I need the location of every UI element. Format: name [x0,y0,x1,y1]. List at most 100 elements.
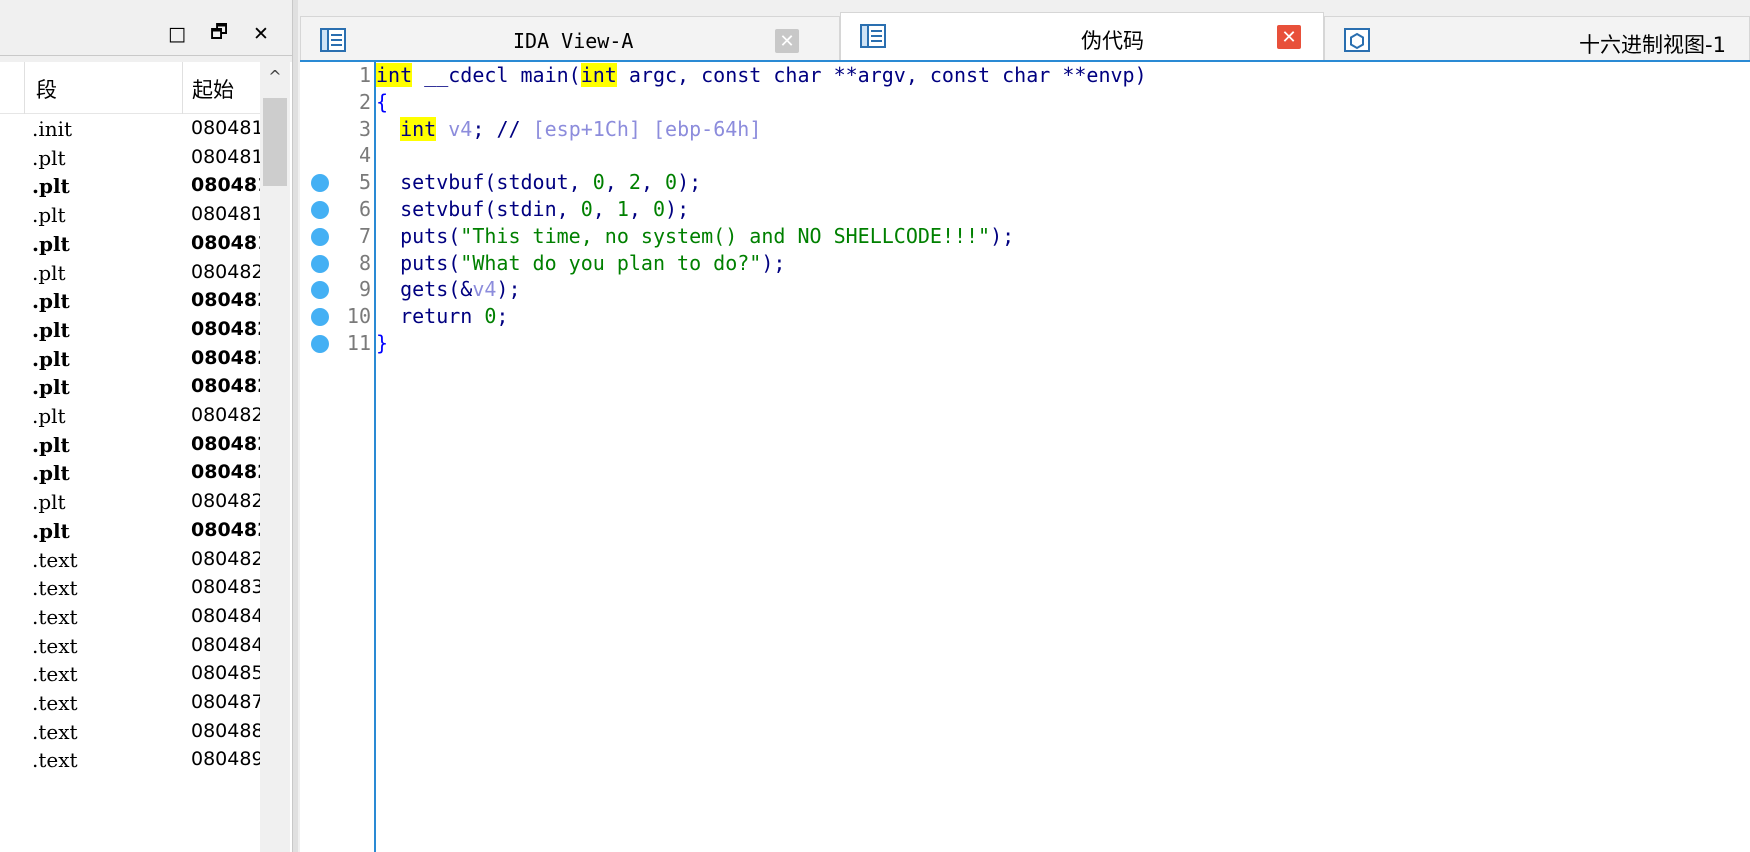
table-row[interactable]: .text 08048700 [0,688,260,720]
code-line[interactable]: 5 setvbuf(stdout, 0, 2, 0); [300,167,1750,197]
code-text[interactable]: setvbuf(stdin, 0, 1, 0); [376,197,689,221]
table-row[interactable]: .plt 08048270 [0,458,260,490]
table-row[interactable]: .text 08048900 [0,745,260,777]
segments-panel-titlebar: □ 🗗 ✕ [0,14,292,56]
tab-ida-view-a[interactable]: IDA View-A ✕ [300,16,840,60]
code-line[interactable]: 11} [300,328,1750,358]
breakpoint-dot-icon[interactable] [311,281,329,300]
table-row[interactable]: .plt 08048240 [0,372,260,404]
panel-splitter[interactable] [292,0,298,852]
table-row[interactable]: .text 08048500 [0,659,260,691]
segments-scrollbar[interactable]: ^ [260,62,290,852]
segment-name: .text [32,662,78,687]
segment-name: .text [32,719,78,744]
code-text[interactable]: } [376,331,388,355]
segment-start-address: 08048500 [191,662,260,685]
table-row[interactable]: .text 08048400 [0,602,260,634]
tab-hex-view-1[interactable]: 十六进制视图-1 [1324,16,1750,60]
code-line[interactable]: 6 setvbuf(stdin, 0, 1, 0); [300,194,1750,224]
segment-name: .plt [32,404,66,428]
segment-start-address: 08048700 [191,691,260,713]
breakpoint-dot-icon[interactable] [311,308,329,327]
breakpoint-dot-icon[interactable] [311,227,329,246]
float-panel-icon[interactable]: 🗗 [208,21,230,45]
tab-label: IDA View-A [513,29,634,53]
segment-name: .text [32,576,78,601]
table-row[interactable]: .plt 08048180 [0,229,260,261]
table-row[interactable]: .plt 08048200 [0,258,260,290]
code-line[interactable]: 9 gets(&v4); [300,274,1750,304]
table-row[interactable]: .plt 08048190 [0,200,260,232]
table-row[interactable]: .plt 08048170 [0,171,260,203]
segment-name: .plt [32,203,66,228]
table-row[interactable]: .plt 08048280 [0,487,260,519]
code-line[interactable]: 7 puts("This time, no system() and NO SH… [300,221,1750,251]
line-number: 7 [358,223,371,248]
segment-start-address: 08048250 [191,404,260,426]
line-number: 4 [358,143,371,168]
table-row[interactable]: .text 08048450 [0,631,260,663]
code-text[interactable]: gets(&v4); [376,277,520,301]
code-line[interactable]: 10 return 0; [300,301,1750,331]
code-line[interactable]: 4 [300,140,1750,170]
close-tab-icon[interactable]: ✕ [775,29,799,53]
code-text[interactable]: int __cdecl main(int argc, const char **… [376,63,1147,87]
line-number: 10 [346,304,371,329]
breakpoint-dot-icon[interactable] [311,201,329,219]
segment-start-address: 08048220 [191,317,260,340]
breakpoint-dot-icon[interactable] [311,174,329,193]
restore-panel-icon[interactable]: □ [166,23,188,45]
code-line[interactable]: 2{ [300,87,1750,117]
segment-name: .text [32,691,78,715]
code-line[interactable]: 3 int v4; // [esp+1Ch] [ebp-64h] [300,114,1750,144]
column-separator[interactable] [182,62,183,114]
code-text[interactable]: int v4; // [esp+1Ch] [ebp-64h] [376,116,761,141]
scrollbar-thumb[interactable] [263,98,287,186]
table-row[interactable]: .text 08048800 [0,717,260,749]
column-separator[interactable] [24,62,25,114]
table-row[interactable]: .text 08048200 [0,545,260,577]
table-row[interactable]: .plt 08048150 [0,143,260,175]
table-row[interactable]: .plt 08048260 [0,430,260,462]
tab-pseudocode[interactable]: 伪代码 ✕ [840,12,1324,60]
segment-name: .plt [32,289,70,314]
segment-start-address: 08048400 [191,604,260,627]
segment-start-address: 08048200 [191,547,260,570]
segment-start-address: 08048300 [191,576,260,599]
segment-name: .plt [32,145,66,170]
code-text[interactable]: { [376,90,388,114]
segment-start-address: 08048230 [191,346,260,369]
code-text[interactable]: setvbuf(stdout, 0, 2, 0); [376,170,701,194]
close-tab-icon[interactable]: ✕ [1277,25,1301,49]
code-text[interactable]: puts("What do you plan to do?"); [376,251,785,275]
segment-start-address: 08048130 [191,117,260,139]
segment-name: .text [32,748,78,773]
segments-table: 段 起始 .init 08048130 .plt 08048150 .plt 080481… [0,62,292,852]
code-line[interactable]: 1 int __cdecl main(int argc, const char *… [300,60,1750,90]
breakpoint-dot-icon[interactable] [311,335,329,353]
code-line[interactable]: 8 puts("What do you plan to do?"); [300,248,1750,278]
column-header-segment[interactable]: 段 [36,74,57,104]
segment-start-address: 08048240 [191,375,260,398]
table-row[interactable]: .plt 08048230 [0,344,260,376]
tab-bar: IDA View-A ✕ 伪代码 ✕ 十六进制视图-1 [300,12,1750,60]
table-row[interactable]: .init 08048130 [0,114,260,146]
disassembly-view-icon [320,28,346,52]
column-header-start[interactable]: 起始 [192,74,234,104]
segment-start-address: 08048800 [191,719,260,742]
table-row[interactable]: .plt 08048290 [0,516,260,548]
table-row[interactable]: .text 08048300 [0,573,260,605]
close-panel-icon[interactable]: ✕ [250,23,272,45]
scroll-up-icon[interactable]: ^ [260,62,290,90]
breakpoint-dot-icon[interactable] [311,254,329,273]
table-row[interactable]: .plt 08048220 [0,315,260,347]
table-row[interactable]: .plt 08048210 [0,286,260,318]
code-text[interactable]: puts("This time, no system() and NO SHEL… [376,224,1014,248]
line-number: 9 [358,277,371,302]
code-text[interactable]: return 0; [376,304,508,328]
segment-name: .plt [32,375,70,400]
segment-name: .plt [32,432,70,457]
line-number: 6 [358,197,371,221]
pseudocode-editor[interactable]: 1 int __cdecl main(int argc, const char *… [300,60,1750,852]
table-row[interactable]: .plt 08048250 [0,401,260,433]
